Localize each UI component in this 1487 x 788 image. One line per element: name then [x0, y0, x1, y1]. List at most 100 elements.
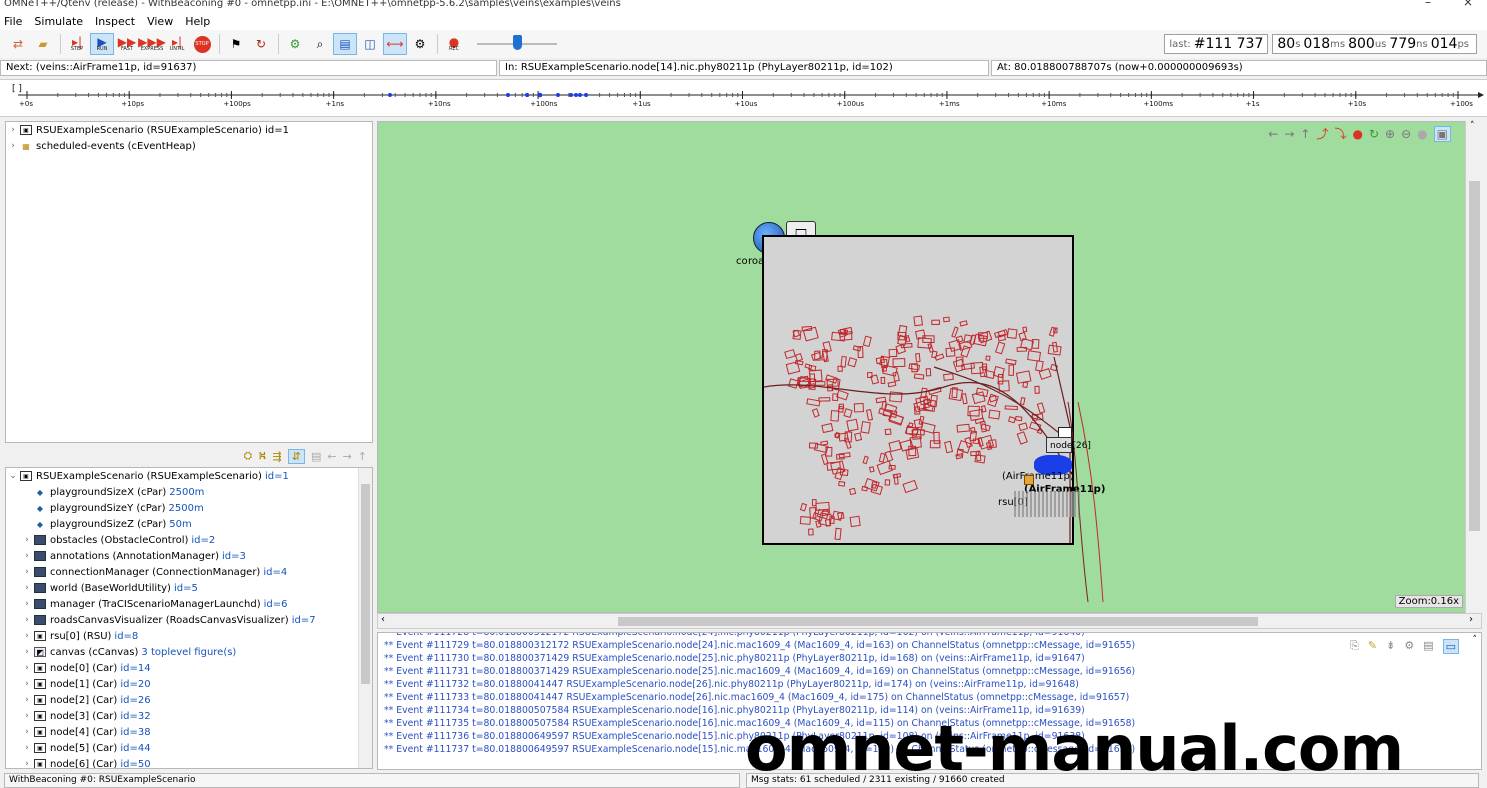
event-timeline[interactable]: [ ] +0s +10ps +100ps +1ns +10ns +100ns +1us +10… [0, 79, 1487, 117]
expand-arrow-icon[interactable]: › [6, 141, 20, 151]
expand-arrow-icon[interactable]: › [20, 599, 34, 609]
up-arrow-icon[interactable]: ↑ [358, 450, 367, 463]
prop-row[interactable]: › ▣ node[5] (Car) id=44 [6, 740, 372, 756]
collapse-arrow-icon[interactable]: ⌄ [6, 471, 20, 481]
copy-icon[interactable]: ⎘ [1350, 639, 1359, 654]
prop-row[interactable]: › manager (TraCIScenarioManagerLaunchd) id… [6, 596, 372, 612]
expand-arrow-icon[interactable]: › [20, 679, 34, 689]
mode-children-icon[interactable]: ⛭ [243, 449, 252, 463]
menu-file[interactable]: File [4, 15, 22, 28]
speed-slider[interactable] [477, 33, 557, 55]
lines-mode-icon[interactable]: ▭ [1442, 639, 1459, 654]
properties-scrollbar[interactable] [358, 468, 372, 768]
expand-arrow-icon[interactable]: › [20, 743, 34, 753]
prop-row[interactable]: › ▣ node[0] (Car) id=14 [6, 660, 372, 676]
rebuild-button[interactable]: ↻ [249, 33, 273, 55]
mode-packet-icon[interactable]: ▤ [311, 450, 321, 463]
animation-icon[interactable]: ● [1417, 127, 1427, 141]
expand-arrow-icon[interactable]: › [20, 631, 34, 641]
zoom-out-icon[interactable]: ⊖ [1401, 127, 1411, 141]
scroll-left-icon[interactable]: ‹ [381, 614, 385, 625]
tree-row-scheduled-events[interactable]: › ▦ scheduled-events (cEventHeap) [6, 138, 372, 154]
run-button[interactable]: ▶ RUN [90, 33, 114, 55]
find-button[interactable]: ⌕ [308, 33, 332, 55]
rsu-icon[interactable] [1024, 475, 1034, 485]
menu-simulate[interactable]: Simulate [34, 15, 83, 28]
mode-inheritance-icon[interactable]: ⇵ [287, 448, 305, 464]
expand-arrow-icon[interactable]: › [20, 551, 34, 561]
express-button[interactable]: ▶▶▶ EXPRESS [138, 33, 166, 55]
expand-arrow-icon[interactable]: › [20, 615, 34, 625]
event-log[interactable]: ** Event #111728 t=80.018800312172 RSUEx… [377, 632, 1482, 770]
filter-icon[interactable]: ⇟ [1386, 639, 1395, 654]
scrollbar-thumb[interactable] [361, 484, 370, 684]
forward-arrow-icon[interactable]: → [1284, 127, 1294, 141]
prop-row[interactable]: › connectionManager (ConnectionManager) id… [6, 564, 372, 580]
prop-row[interactable]: › ▣ rsu[0] (RSU) id=8 [6, 628, 372, 644]
scroll-up-icon[interactable]: ˄ [1470, 121, 1475, 131]
timeline-toggle-button[interactable]: ⟷ [383, 33, 407, 55]
expand-arrow-icon[interactable]: › [20, 695, 34, 705]
conclude-button[interactable]: ⚑ [224, 33, 248, 55]
prop-row[interactable]: › ▣ node[2] (Car) id=26 [6, 692, 372, 708]
mode-flat-icon[interactable]: ⇶ [273, 450, 282, 463]
messages-mode-icon[interactable]: ▤ [1423, 639, 1433, 654]
expand-arrow-icon[interactable]: › [20, 583, 34, 593]
expand-arrow-icon[interactable]: › [20, 535, 34, 545]
fast-button[interactable]: ▶▶ FAST [115, 33, 139, 55]
prop-row[interactable]: › ▣ node[1] (Car) id=20 [6, 676, 372, 692]
menu-view[interactable]: View [147, 15, 173, 28]
filter-button[interactable]: ⚙ [283, 33, 307, 55]
pin-icon[interactable]: ✎ [1368, 639, 1377, 654]
expand-arrow-icon[interactable]: › [20, 663, 34, 673]
vehicle-cluster[interactable]: node[26] (AirFrame11p) (AirFrame11p) rsu… [998, 427, 1105, 527]
until-button[interactable]: ▸| UNTIL [165, 33, 189, 55]
expand-arrow-icon[interactable]: › [20, 727, 34, 737]
layout-horizontal-button[interactable]: ▤ [333, 33, 357, 55]
module-view-icon[interactable]: ▣ [1433, 125, 1451, 142]
prop-row[interactable]: ◆ playgroundSizeY (cPar) 2500m [6, 500, 372, 516]
prop-row[interactable]: › ▣ node[3] (Car) id=32 [6, 708, 372, 724]
menu-help[interactable]: Help [185, 15, 210, 28]
prop-row[interactable]: ◆ playgroundSizeX (cPar) 2500m [6, 484, 372, 500]
object-properties-tree[interactable]: ⌄ ▣ RSUExampleScenario (RSUExampleScenar… [5, 467, 373, 769]
record-button[interactable]: ● REC [442, 33, 466, 55]
expand-arrow-icon[interactable]: › [20, 711, 34, 721]
layout-vertical-button[interactable]: ◫ [358, 33, 382, 55]
object-navigator-tree[interactable]: › ▣ RSUExampleScenario (RSUExampleScenar… [5, 121, 373, 443]
forward-arrow-icon[interactable]: → [343, 450, 352, 463]
expand-arrow-icon[interactable]: › [6, 125, 20, 135]
prop-row[interactable]: ◆ playgroundSizeZ (cPar) 50m [6, 516, 372, 532]
close-icon[interactable]: × [1463, 0, 1473, 8]
expand-arrow-icon[interactable]: › [20, 647, 34, 657]
stop-button[interactable]: STOP [190, 33, 214, 55]
canvas-vertical-scrollbar[interactable]: ˄ [1465, 121, 1482, 613]
back-arrow-icon[interactable]: ← [1268, 127, 1278, 141]
back-arrow-icon[interactable]: ← [327, 450, 336, 463]
stop-small-icon[interactable]: ● [1353, 127, 1363, 141]
new-run-button[interactable]: ⇄ [6, 33, 30, 55]
mode-grouped-icon[interactable]: ⛕ [258, 449, 266, 464]
network-canvas[interactable]: ← → ↑ ⤴ ⤵ ● ↻ ⊕ ⊖ ● ▣ ⍈ ⩘ ario co roadsC… [377, 121, 1482, 613]
prop-row[interactable]: › annotations (AnnotationManager) id=3 [6, 548, 372, 564]
relayout-icon[interactable]: ↻ [1369, 127, 1379, 141]
prop-row[interactable]: › obstacles (ObstacleControl) id=2 [6, 532, 372, 548]
up-arrow-icon[interactable]: ↑ [1300, 127, 1310, 141]
step-in-icon[interactable]: ⤴ [1316, 125, 1328, 142]
prop-row[interactable]: › ▣ node[4] (Car) id=38 [6, 724, 372, 740]
prop-row[interactable]: › world (BaseWorldUtility) id=5 [6, 580, 372, 596]
scroll-up-icon[interactable]: ˄ [1473, 635, 1478, 645]
prop-row[interactable]: › roadsCanvasVisualizer (RoadsCanvasVisua… [6, 612, 372, 628]
canvas-horizontal-scrollbar[interactable]: ‹ › [377, 613, 1482, 629]
step-out-icon[interactable]: ⤵ [1334, 125, 1346, 142]
expand-arrow-icon[interactable]: › [20, 759, 34, 768]
scrollbar-thumb[interactable] [1469, 181, 1480, 531]
prop-row[interactable]: › ▣ node[6] (Car) id=50 [6, 756, 372, 768]
preferences-button[interactable]: ⚙ [408, 33, 432, 55]
expand-arrow-icon[interactable]: › [20, 567, 34, 577]
slider-thumb[interactable] [513, 35, 522, 50]
load-ned-button[interactable]: ▰ [31, 33, 55, 55]
scrollbar-thumb[interactable] [618, 617, 1258, 626]
tree-row-scenario[interactable]: › ▣ RSUExampleScenario (RSUExampleScenar… [6, 122, 372, 138]
step-button[interactable]: ▸| STEP [65, 33, 89, 55]
